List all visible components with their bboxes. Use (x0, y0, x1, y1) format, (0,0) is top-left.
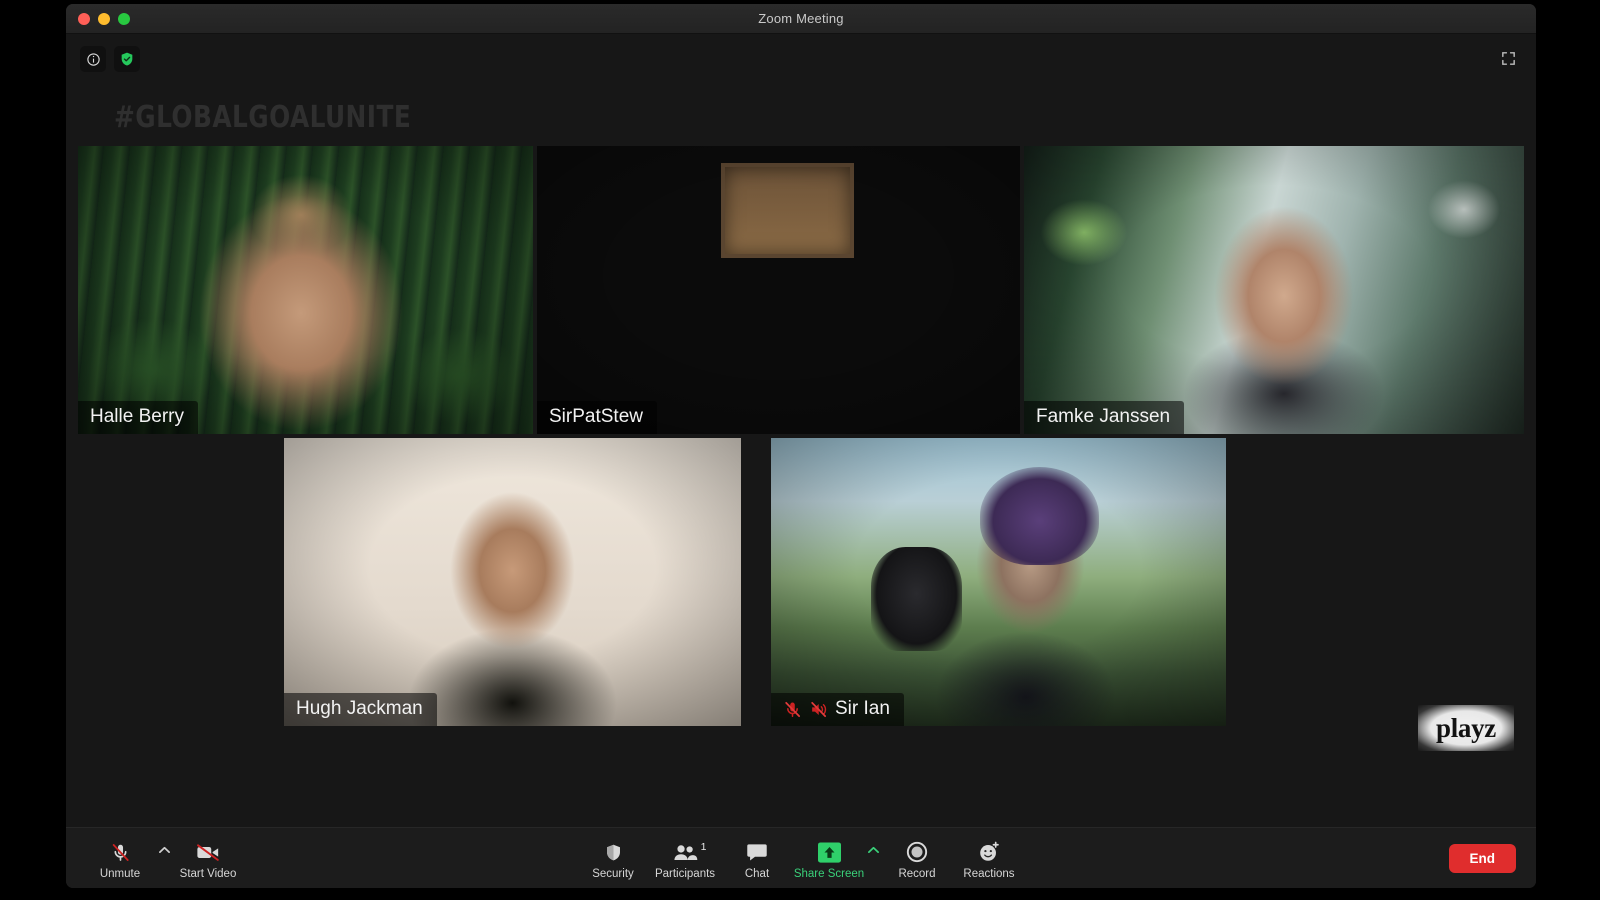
fullscreen-icon[interactable] (1496, 46, 1520, 70)
speaker-muted-icon (809, 700, 828, 719)
reactions-icon (978, 840, 1000, 864)
video-feed (771, 438, 1226, 726)
info-icon[interactable] (80, 46, 106, 72)
participant-name-chip: Halle Berry (78, 401, 198, 434)
share-screen-button-label: Share Screen (793, 868, 865, 880)
participant-name: SirPatStew (549, 406, 643, 428)
audio-options-chevron-up-icon[interactable] (156, 832, 172, 884)
participant-name: Famke Janssen (1036, 406, 1171, 428)
campaign-hashtag: #GLOBALGOALUNITE (114, 100, 412, 135)
video-tile-famke-janssen[interactable]: Famke Janssen (1024, 146, 1524, 434)
window-titlebar: Zoom Meeting (66, 4, 1536, 34)
zoom-meeting-window: Zoom Meeting #GLOBALGOALUNITE Halle Berr… (66, 4, 1536, 888)
participant-name-chip: Sir Ian (771, 693, 904, 726)
start-video-button[interactable]: Start Video (172, 832, 244, 884)
record-button-label: Record (898, 868, 936, 880)
security-button-label: Security (592, 868, 634, 880)
video-tile-hugh-jackman[interactable]: Hugh Jackman (284, 438, 741, 726)
close-window-button[interactable] (78, 12, 90, 25)
window-title: Zoom Meeting (758, 11, 844, 26)
record-button[interactable]: Record (881, 832, 953, 884)
traffic-lights (78, 12, 130, 25)
participant-name: Sir Ian (835, 698, 890, 720)
reactions-button-label: Reactions (963, 868, 1015, 880)
participant-name: Hugh Jackman (296, 698, 423, 720)
playz-watermark: playz (1418, 705, 1514, 751)
toolbar-left-group: Unmute Start Video (84, 832, 244, 884)
toolbar-right-group: End (1448, 843, 1516, 873)
security-button[interactable]: Security (577, 832, 649, 884)
maximize-window-button[interactable] (118, 12, 130, 25)
participant-name-chip: Hugh Jackman (284, 693, 437, 726)
mic-muted-icon (783, 700, 802, 719)
participants-button[interactable]: 1 Participants (649, 832, 721, 884)
share-screen-icon (817, 840, 842, 864)
meeting-toolbar: Unmute Start Video Security 1 Participan… (66, 827, 1536, 888)
meeting-status-cluster (80, 46, 140, 72)
shield-icon (604, 840, 623, 864)
chat-button[interactable]: Chat (721, 832, 793, 884)
record-icon (906, 840, 928, 864)
end-meeting-button[interactable]: End (1448, 843, 1516, 873)
reactions-button[interactable]: Reactions (953, 832, 1025, 884)
playz-watermark-text: playz (1435, 712, 1496, 743)
participant-name: Halle Berry (90, 406, 184, 428)
minimize-window-button[interactable] (98, 12, 110, 25)
toolbar-center-group: Security 1 Participants Chat Share Scree… (577, 832, 1025, 884)
video-tile-sirpatstew[interactable]: SirPatStew (537, 146, 1020, 434)
unmute-button-label: Unmute (99, 868, 141, 880)
video-gallery: Halle Berry SirPatStew Famke Janssen Hug… (66, 34, 1536, 827)
mic-muted-icon (110, 840, 131, 864)
chat-icon (746, 840, 768, 864)
video-feed (537, 146, 1020, 434)
start-video-button-label: Start Video (179, 868, 237, 880)
participants-count-badge: 1 (700, 841, 707, 853)
video-tile-halle-berry[interactable]: Halle Berry (78, 146, 533, 434)
participants-icon: 1 (673, 840, 707, 864)
participants-button-label: Participants (654, 868, 716, 880)
shield-check-icon[interactable] (114, 46, 140, 72)
video-feed (1024, 146, 1524, 434)
participant-name-chip: SirPatStew (537, 401, 657, 434)
chat-button-label: Chat (744, 868, 770, 880)
unmute-button[interactable]: Unmute (84, 832, 156, 884)
video-off-icon (196, 840, 220, 864)
participant-name-chip: Famke Janssen (1024, 401, 1185, 434)
share-options-chevron-up-icon[interactable] (865, 832, 881, 884)
video-feed (284, 438, 741, 726)
share-screen-button[interactable]: Share Screen (793, 832, 865, 884)
video-tile-sir-ian[interactable]: Sir Ian (771, 438, 1226, 726)
video-feed (78, 146, 533, 434)
meeting-stage: #GLOBALGOALUNITE Halle Berry SirPatStew (66, 34, 1536, 827)
